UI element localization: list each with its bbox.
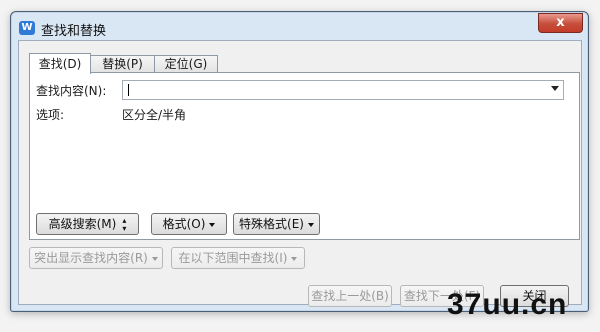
find-what-input[interactable]: [122, 80, 564, 100]
tab-goto[interactable]: 定位(G): [154, 55, 218, 73]
watermark-logo: 37uu.cn: [447, 288, 568, 321]
wps-writer-icon: W: [19, 21, 35, 35]
highlight-found-label: 突出显示查找内容(R): [34, 251, 148, 265]
find-in-button[interactable]: 在以下范围中查找(I): [171, 247, 305, 269]
find-previous-button[interactable]: 查找上一处(B): [308, 285, 392, 307]
find-panel: 查找内容(N): 选项: 区分全/半角 高级搜索(M) 格式(O) 特殊格式(E…: [29, 72, 580, 240]
format-button[interactable]: 格式(O): [151, 213, 227, 235]
window-close-button[interactable]: x: [538, 13, 583, 33]
find-in-label: 在以下范围中查找(I): [178, 251, 288, 265]
chevron-down-icon: [307, 222, 314, 227]
special-format-button[interactable]: 特殊格式(E): [233, 213, 320, 235]
close-icon: x: [556, 15, 565, 30]
special-format-label: 特殊格式(E): [239, 217, 304, 231]
highlight-found-button[interactable]: 突出显示查找内容(R): [29, 247, 163, 269]
tab-replace[interactable]: 替换(P): [90, 55, 155, 73]
find-replace-dialog: W 查找和替换 x 查找(D) 替换(P) 定位(G) 查找内容(N): 选项:…: [10, 11, 589, 312]
chevron-down-icon: [209, 222, 216, 227]
chevron-down-icon: [151, 256, 158, 261]
text-cursor: [128, 84, 129, 96]
chevron-down-icon: [291, 256, 298, 261]
chevron-down-icon[interactable]: [551, 86, 559, 91]
dialog-body: 查找(D) 替换(P) 定位(G) 查找内容(N): 选项: 区分全/半角 高级…: [18, 40, 582, 307]
find-what-label: 查找内容(N):: [36, 84, 107, 98]
title-bar[interactable]: W 查找和替换 x: [11, 12, 588, 42]
options-label: 选项:: [36, 108, 65, 122]
format-label: 格式(O): [162, 217, 206, 231]
dialog-title: 查找和替换: [41, 24, 107, 39]
tab-find[interactable]: 查找(D): [29, 53, 91, 74]
advanced-search-label: 高级搜索(M): [48, 217, 117, 231]
options-value: 区分全/半角: [122, 108, 187, 122]
advanced-search-button[interactable]: 高级搜索(M): [36, 213, 139, 235]
spin-icon: [122, 217, 126, 233]
